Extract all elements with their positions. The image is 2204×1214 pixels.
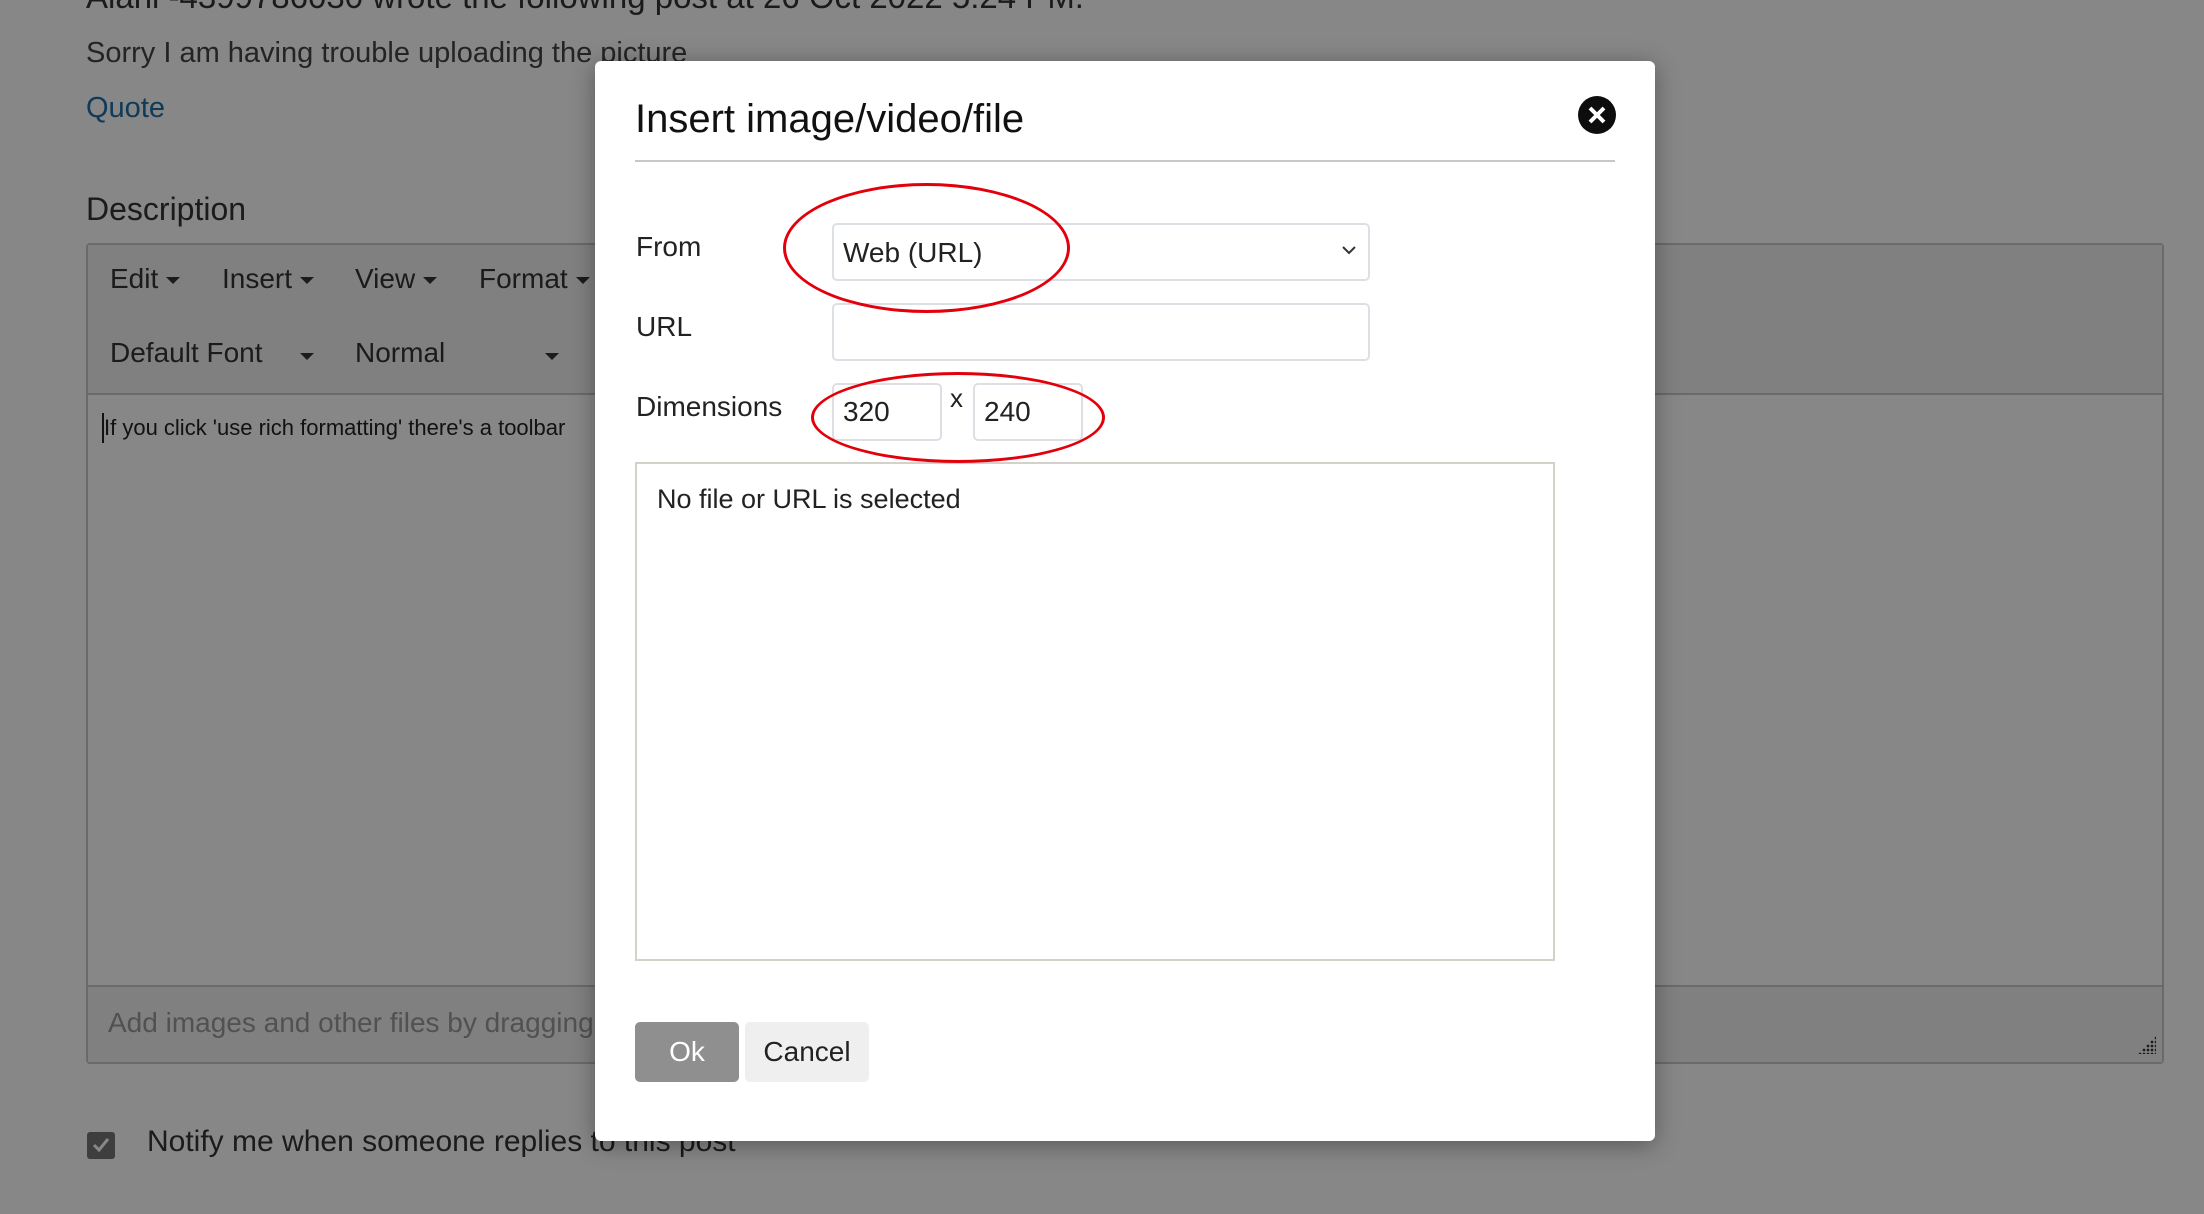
dimensions-label: Dimensions: [636, 391, 783, 422]
cancel-button[interactable]: Cancel: [745, 1022, 869, 1082]
from-select-value: Web (URL): [843, 237, 983, 268]
preview-area: No file or URL is selected: [635, 462, 1555, 961]
ok-button[interactable]: Ok: [635, 1022, 739, 1082]
url-input[interactable]: [832, 303, 1370, 361]
insert-media-dialog: Insert image/video/file From Web (URL) U…: [595, 61, 1655, 1141]
close-button[interactable]: [1578, 96, 1616, 134]
preview-message: No file or URL is selected: [657, 484, 961, 514]
dialog-title: Insert image/video/file: [635, 97, 1025, 141]
height-input[interactable]: [973, 383, 1083, 441]
chevron-down-icon: [1342, 246, 1356, 255]
title-divider: [635, 160, 1615, 162]
from-label: From: [636, 231, 702, 262]
dimensions-separator: x: [950, 383, 963, 413]
width-input[interactable]: [832, 383, 942, 441]
url-label: URL: [636, 311, 693, 342]
from-select[interactable]: Web (URL): [832, 223, 1370, 281]
close-icon: [1588, 106, 1606, 124]
